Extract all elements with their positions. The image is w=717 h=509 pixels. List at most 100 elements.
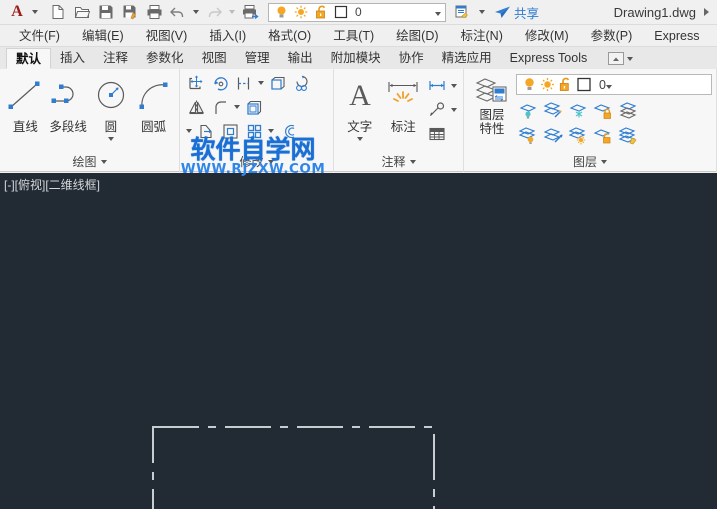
redo-dropdown[interactable] [226, 1, 238, 23]
trim-chevron-icon[interactable] [256, 72, 266, 94]
tab-view[interactable]: 视图 [193, 48, 236, 69]
layer-change-icon[interactable] [616, 122, 641, 147]
menu-item-tools[interactable]: 工具(T) [322, 25, 385, 47]
scale-icon[interactable] [218, 120, 242, 142]
layer-on-bulb-icon[interactable] [271, 4, 291, 21]
menu-item-dimension[interactable]: 标注(N) [450, 25, 514, 47]
layer-thaw-sun-icon[interactable] [538, 77, 556, 92]
tool-text[interactable]: A 文字 [338, 72, 382, 151]
layer-on-bulb-icon[interactable] [520, 77, 538, 92]
quick-layer-control[interactable]: 0 [268, 3, 446, 22]
tab-home[interactable]: 默认 [6, 48, 51, 69]
ribbon-minimize-control[interactable] [608, 48, 633, 69]
trim-icon[interactable] [232, 72, 256, 94]
tab-annotate[interactable]: 注释 [94, 48, 137, 69]
tool-circle-chevron-icon[interactable] [108, 137, 114, 141]
menu-item-format[interactable]: 格式(O) [257, 25, 322, 47]
layer-unlock-icon[interactable] [311, 4, 331, 21]
offset-icon[interactable] [276, 120, 300, 142]
save-button[interactable] [94, 1, 118, 23]
menu-item-edit[interactable]: 编辑(E) [71, 25, 135, 47]
current-layer-chevron-icon[interactable] [606, 78, 612, 92]
dashed-rectangle-shape[interactable] [152, 426, 435, 509]
copy-icon[interactable] [290, 72, 314, 94]
tab-output[interactable]: 输出 [279, 48, 322, 69]
layer-isolate-icon[interactable] [516, 97, 541, 122]
redo-button[interactable] [202, 1, 226, 23]
menu-item-modify[interactable]: 修改(M) [514, 25, 580, 47]
title-expand-icon[interactable] [704, 8, 709, 16]
linear-dimension-chevron-icon[interactable] [449, 75, 459, 97]
workspace-dropdown[interactable] [474, 1, 490, 23]
linear-dimension-icon[interactable] [425, 75, 449, 97]
layer-color-swatch-icon[interactable] [574, 77, 594, 92]
tab-parametric[interactable]: 参数化 [137, 48, 193, 69]
viewport-label[interactable]: [-][俯视][二维线框] [4, 176, 100, 193]
layer-unlock-tool-icon[interactable] [591, 122, 616, 147]
move-icon[interactable] [184, 72, 208, 94]
drawing-canvas[interactable]: [-][俯视][二维线框] [0, 173, 717, 509]
app-logo[interactable]: A [4, 1, 30, 23]
layer-lock-icon[interactable] [591, 97, 616, 122]
menu-item-parametric[interactable]: 参数(P) [580, 25, 644, 47]
share-button[interactable]: 共享 [494, 3, 539, 22]
layer-merge-icon[interactable] [616, 97, 641, 122]
app-menu-chevron-icon[interactable] [32, 10, 38, 14]
panel-annotation-label-row[interactable]: 注释 [334, 151, 463, 172]
menu-item-insert[interactable]: 插入(I) [198, 25, 257, 47]
modify-expand-1[interactable] [184, 120, 194, 142]
leader-chevron-icon[interactable] [449, 99, 459, 121]
tool-circle[interactable]: 圆 [90, 72, 133, 151]
layer-unisolate-icon[interactable] [541, 97, 566, 122]
layer-freeze-icon[interactable] [566, 97, 591, 122]
menu-item-draw[interactable]: 绘图(D) [385, 25, 449, 47]
layer-off-icon[interactable] [516, 122, 541, 147]
rotate-icon[interactable] [208, 72, 232, 94]
tool-dimension[interactable]: 标注 [382, 72, 426, 151]
layer-color-swatch-icon[interactable] [331, 4, 351, 21]
save-as-button[interactable] [118, 1, 142, 23]
tool-polyline[interactable]: 多段线 [47, 72, 90, 151]
tab-insert[interactable]: 插入 [51, 48, 94, 69]
table-icon[interactable] [425, 123, 449, 145]
tab-manage[interactable]: 管理 [236, 48, 279, 69]
stretch-icon[interactable] [194, 120, 218, 142]
workspace-switch-button[interactable] [450, 1, 474, 23]
layer-thaw-icon[interactable] [566, 122, 591, 147]
menu-item-view[interactable]: 视图(V) [135, 25, 199, 47]
tab-addins[interactable]: 附加模块 [322, 48, 390, 69]
quick-layer-chevron-icon[interactable] [435, 5, 441, 19]
open-file-button[interactable] [70, 1, 94, 23]
tool-text-chevron-icon[interactable] [357, 137, 363, 141]
menu-item-express[interactable]: Express [643, 25, 710, 47]
panel-draw-label-row[interactable]: 绘图 [0, 151, 179, 172]
fillet-icon[interactable] [208, 96, 232, 118]
current-layer-combo[interactable]: 0 [516, 74, 712, 95]
panel-modify-label-row[interactable]: 修改 [180, 151, 333, 172]
menu-item-file[interactable]: 文件(F) [8, 25, 71, 47]
mirror-icon[interactable] [184, 96, 208, 118]
array-chevron-icon[interactable] [266, 120, 276, 142]
tab-featured-apps[interactable]: 精选应用 [433, 48, 501, 69]
plot-button[interactable] [142, 1, 166, 23]
leader-icon[interactable] [425, 99, 449, 121]
new-document-button[interactable] [46, 1, 70, 23]
layer-thaw-sun-icon[interactable] [291, 4, 311, 21]
new-document-icon [50, 4, 66, 20]
tool-line[interactable]: 直线 [4, 72, 47, 151]
tab-express-tools[interactable]: Express Tools [501, 48, 597, 69]
undo-button[interactable] [166, 1, 190, 23]
array-3d-icon[interactable] [242, 96, 266, 118]
fillet-chevron-icon[interactable] [232, 96, 242, 118]
layer-turn-on-icon[interactable] [541, 122, 566, 147]
array-icon[interactable] [242, 120, 266, 142]
tool-layer-properties[interactable]: 图层 特性 [468, 72, 516, 151]
tab-collaborate[interactable]: 协作 [390, 48, 433, 69]
plot-preview-button[interactable] [238, 1, 262, 23]
layer-unlock-icon[interactable] [556, 77, 574, 92]
undo-dropdown[interactable] [190, 1, 202, 23]
tool-arc[interactable]: 圆弧 [132, 72, 175, 151]
extrude-icon[interactable] [266, 72, 290, 94]
undo-arrow-icon [169, 4, 187, 20]
panel-layers-label-row[interactable]: 图层 [464, 151, 716, 172]
